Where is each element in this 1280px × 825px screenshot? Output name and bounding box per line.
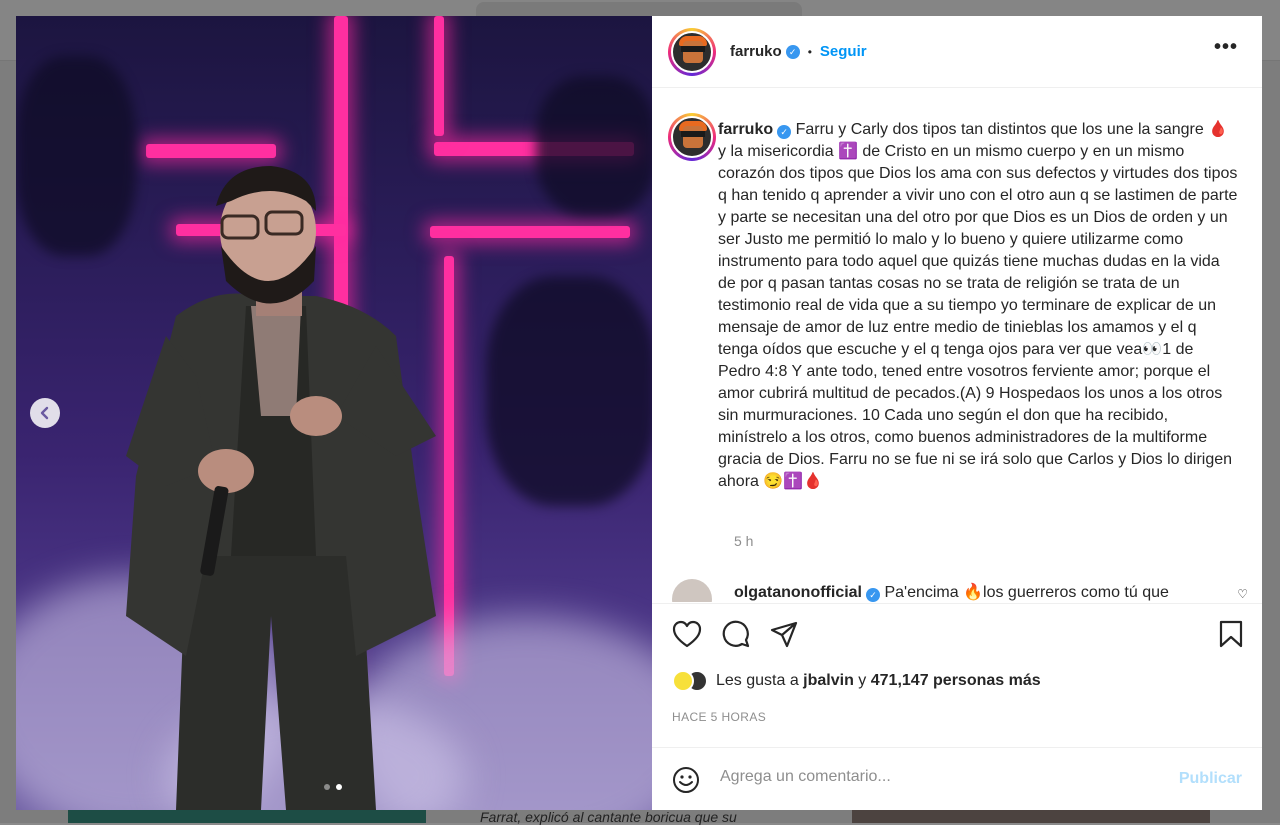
follow-button[interactable]: Seguir <box>820 43 867 60</box>
save-bookmark-icon[interactable] <box>1218 620 1244 648</box>
likes-user[interactable]: jbalvin <box>803 672 854 689</box>
likes-middle: y <box>853 672 871 689</box>
carousel-dot <box>324 784 330 790</box>
comment-like-icon[interactable]: ♡ <box>1237 587 1248 601</box>
caption-body: Farru y Carly dos tipos tan distintos qu… <box>718 121 1238 490</box>
post-modal: farruko ✓ • Seguir ••• farruko ✓ Farru y … <box>16 16 1262 810</box>
post-timestamp[interactable]: HACE 5 HORAS <box>672 710 766 724</box>
likes-count[interactable]: 471,147 personas más <box>871 672 1041 689</box>
post-image[interactable] <box>16 16 652 810</box>
likes-summary: Les gusta a jbalvin y 471,147 personas m… <box>672 670 1041 692</box>
previous-slide-button[interactable] <box>30 398 60 428</box>
comment-text: olgatanonofficial ✓ Pa'encima 🔥los guerre… <box>734 582 1169 602</box>
publish-button[interactable]: Publicar <box>1179 770 1242 788</box>
like-heart-icon[interactable] <box>672 620 702 648</box>
author-avatar[interactable] <box>668 27 716 76</box>
comment-icon[interactable] <box>722 620 750 648</box>
background-card-left <box>68 808 426 823</box>
actions-area: Les gusta a jbalvin y 471,147 personas m… <box>652 603 1262 793</box>
caption-avatar[interactable] <box>668 113 716 161</box>
commenter-username[interactable]: olgatanonofficial <box>734 584 862 601</box>
likes-prefix: Les gusta a <box>716 672 804 689</box>
comment-input[interactable] <box>720 768 1140 786</box>
verified-badge-icon: ✓ <box>777 125 792 139</box>
comment-body: Pa'encima 🔥los guerreros como tú que <box>880 584 1169 601</box>
verified-badge-icon: ✓ <box>866 588 880 602</box>
caption-text: farruko ✓ Farru y Carly dos tipos tan dis… <box>718 119 1238 493</box>
caption <box>668 113 716 161</box>
post-panel: farruko ✓ • Seguir ••• farruko ✓ Farru y … <box>652 16 1262 810</box>
verified-badge-icon: ✓ <box>785 44 800 59</box>
caption-username[interactable]: farruko <box>718 121 773 138</box>
emoji-icon[interactable] <box>672 766 700 794</box>
commenter-avatar[interactable] <box>672 579 712 602</box>
caption-time[interactable]: 5 h <box>734 533 753 549</box>
author-username[interactable]: farruko <box>730 43 782 60</box>
share-icon[interactable] <box>770 620 798 648</box>
carousel-dot-active <box>336 784 342 790</box>
likes-text: Les gusta a jbalvin y 471,147 personas m… <box>716 672 1041 690</box>
comment-item: olgatanonofficial ✓ Pa'encima 🔥los guerre… <box>668 579 1248 602</box>
post-header: farruko ✓ • Seguir ••• <box>652 16 1262 88</box>
action-bar <box>652 604 1262 658</box>
header-separator: • <box>807 44 812 59</box>
comments-section[interactable]: farruko ✓ Farru y Carly dos tipos tan dis… <box>652 89 1262 602</box>
performer-figure <box>126 166 436 810</box>
more-options-icon[interactable]: ••• <box>1214 37 1238 57</box>
liker-avatar[interactable] <box>672 670 694 692</box>
add-comment-bar: Publicar <box>652 747 1262 812</box>
carousel-indicator <box>324 784 342 790</box>
chevron-left-icon <box>40 406 49 420</box>
